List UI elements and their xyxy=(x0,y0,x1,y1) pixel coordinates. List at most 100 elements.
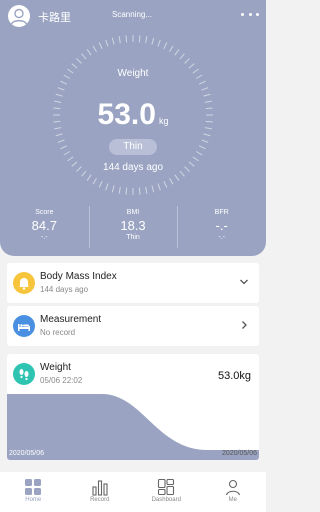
gauge-tick xyxy=(179,53,185,60)
gauge-tick xyxy=(184,58,190,64)
x-axis-start-label: 2020/05/06 xyxy=(9,450,45,457)
weight-value: 53.0 xyxy=(97,98,156,131)
chevron-down-icon[interactable] xyxy=(239,277,249,287)
gauge-tick xyxy=(198,145,206,150)
gauge-tick xyxy=(195,151,203,156)
last-measured: 144 days ago xyxy=(102,162,164,173)
measurement-card[interactable]: Measurement No record xyxy=(7,306,259,346)
gauge-tick xyxy=(138,187,141,195)
grid-icon xyxy=(25,479,42,495)
gauge-tick xyxy=(151,37,155,45)
nav-label: Me xyxy=(228,497,237,503)
person-icon xyxy=(225,479,240,496)
bell-icon xyxy=(13,272,35,294)
gauge-value: 53.0 kg xyxy=(50,98,216,132)
gauge-tick xyxy=(163,42,168,50)
gauge-tick xyxy=(201,87,209,91)
stat-label: BMI xyxy=(126,209,140,216)
gauge-tick xyxy=(203,93,211,97)
gauge-tick xyxy=(145,186,148,194)
gauge-tick xyxy=(174,174,180,181)
gauge-tick xyxy=(86,49,92,56)
dot xyxy=(241,12,244,16)
gauge-tick xyxy=(92,45,97,53)
card-title: Body Mass Index xyxy=(40,271,117,282)
stat-score: Score 84.7 -.- xyxy=(0,204,89,250)
gauge-tick xyxy=(169,45,174,53)
gauge-tick xyxy=(192,156,199,162)
bed-icon xyxy=(13,315,35,337)
gauge-tick xyxy=(118,36,121,44)
gauge-tick xyxy=(81,53,87,60)
user-name: 卡路里 xyxy=(38,12,71,24)
gauge-tick xyxy=(105,39,109,47)
chevron-right-icon[interactable] xyxy=(239,320,249,330)
bottom-nav: Home Record Dashboard Me xyxy=(0,472,266,512)
stat-value: 84.7 xyxy=(31,218,57,233)
gauge-tick xyxy=(98,42,103,50)
dot xyxy=(248,12,252,16)
stat-bfr: BFR -.- -.- xyxy=(177,204,266,250)
gauge-tick xyxy=(111,185,115,193)
gauge-tick xyxy=(151,185,155,193)
weight-card[interactable]: Weight 05/06 22:02 53.0kg 2020/05/06 202… xyxy=(7,354,259,460)
gauge-tick xyxy=(57,139,65,143)
person-icon xyxy=(10,8,28,25)
stat-value: -.- xyxy=(215,218,228,233)
avatar[interactable] xyxy=(8,5,30,27)
gauge-tick xyxy=(92,177,97,185)
stat-tag: -.- xyxy=(41,234,48,241)
more-menu-button[interactable] xyxy=(241,7,259,21)
bar-chart-icon xyxy=(92,480,108,496)
stat-label: BFR xyxy=(214,209,229,216)
footprints-icon xyxy=(13,363,35,385)
gauge-tick xyxy=(138,35,141,43)
stats-row: Score 84.7 -.- BMI 18.3 Thin BFR -.- -.- xyxy=(0,204,266,250)
summary-panel: 卡路里 Scanning... Weight 53.0 kg Thin 144 d… xyxy=(0,0,266,256)
dot xyxy=(256,12,259,16)
gauge-tick xyxy=(157,183,161,191)
gauge-tick xyxy=(60,80,68,85)
gauge-tick xyxy=(201,139,209,143)
weight-unit: kg xyxy=(158,116,169,126)
stat-value: 18.3 xyxy=(120,218,146,233)
nav-home[interactable]: Home xyxy=(0,472,67,512)
gauge-tick xyxy=(98,180,103,188)
gauge-tick xyxy=(125,187,128,195)
nav-me[interactable]: Me xyxy=(200,472,267,512)
gauge-tick xyxy=(203,133,211,137)
dashboard-icon xyxy=(158,478,175,496)
gauge-tick xyxy=(111,37,115,45)
gauge-tick xyxy=(76,58,82,64)
nav-label: Home xyxy=(25,497,42,503)
nav-label: Dashboard xyxy=(151,497,181,503)
gauge-tick xyxy=(118,186,121,194)
gauge-tick xyxy=(55,93,63,97)
stat-bmi: BMI 18.3 Thin xyxy=(88,204,178,250)
nav-dashboard[interactable]: Dashboard xyxy=(133,472,200,512)
gauge-label: Weight xyxy=(117,68,149,79)
gauge-tick xyxy=(157,39,161,47)
card-subtitle: 144 days ago xyxy=(40,285,89,294)
card-subtitle: No record xyxy=(40,328,76,337)
weight-gauge: Weight 53.0 kg Thin 144 days ago xyxy=(50,32,216,198)
stat-label: Score xyxy=(35,209,54,216)
nav-label: Record xyxy=(90,497,110,503)
gauge-tick xyxy=(60,145,68,150)
gauge-tick xyxy=(169,177,174,185)
gauge-tick xyxy=(86,174,92,181)
x-axis-end-label: 2020/05/06 xyxy=(221,450,257,457)
nav-record[interactable]: Record xyxy=(67,472,134,512)
gauge-tick xyxy=(63,151,71,156)
gauge-tick xyxy=(57,87,65,91)
card-subtitle: 05/06 22:02 xyxy=(40,376,83,385)
weight-reading: 53.0kg xyxy=(217,370,251,382)
bmi-card[interactable]: Body Mass Index 144 days ago xyxy=(7,263,259,303)
stat-tag: Thin xyxy=(126,234,140,241)
gauge-tick xyxy=(55,133,63,137)
card-title: Measurement xyxy=(40,314,102,325)
gauge-tick xyxy=(67,156,74,162)
stat-tag: -.- xyxy=(218,234,225,241)
gauge-tick xyxy=(198,80,206,85)
gauge-tick xyxy=(174,49,180,56)
